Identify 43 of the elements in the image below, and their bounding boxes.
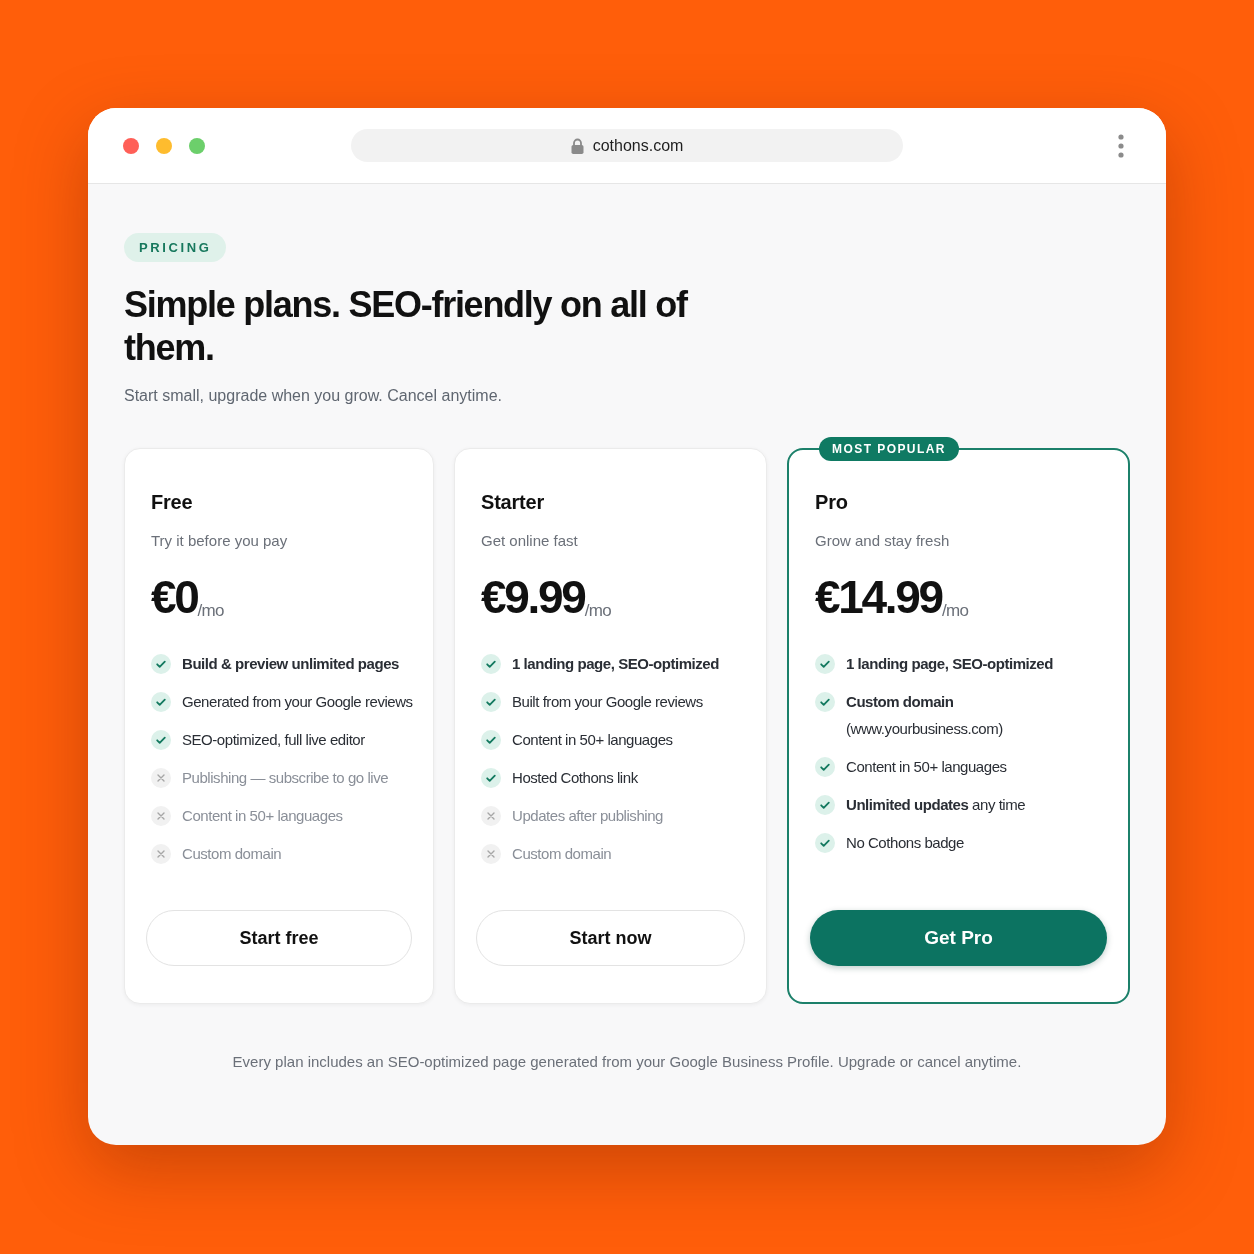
feature-text: Custom domain — [182, 844, 282, 864]
footnote: Every plan includes an SEO-optimized page generated from your Google Business Profile. Upgrade or cancel anytime. — [231, 1052, 1023, 1072]
feature-text: Publishing — subscribe to go live — [182, 768, 389, 788]
feature-text: Content in 50+ languages — [846, 757, 1007, 777]
lock-icon — [570, 137, 584, 154]
feature-text: Custom domain (www.yourbusiness.com) — [846, 692, 1004, 739]
section-label: PRICING — [124, 233, 227, 262]
feature-text: Unlimited updates any time — [846, 795, 1026, 815]
billing-period: /mo — [941, 601, 969, 622]
maximize-icon[interactable] — [189, 137, 205, 154]
feature-text: Generated from your Google reviews — [182, 692, 413, 712]
feature-text: Content in 50+ languages — [182, 806, 343, 826]
feature-text: Hosted Cothons link — [512, 768, 638, 788]
plan-button[interactable]: Get Pro — [810, 910, 1107, 966]
plan-button[interactable]: Start free — [146, 910, 412, 966]
plan-price: €0 — [151, 571, 198, 623]
feature-text: Updates after publishing — [512, 806, 663, 826]
plan-price: €14.99 — [815, 571, 942, 623]
feature-text: SEO-optimized, full live editor — [182, 730, 365, 750]
plan-name: Pro — [815, 490, 848, 515]
plan-button[interactable]: Start now — [476, 910, 745, 966]
billing-period: /mo — [584, 601, 611, 622]
address-bar[interactable]: cothons.com — [351, 129, 903, 162]
popular-badge: MOST POPULAR — [819, 437, 959, 461]
plan-tagline: Grow and stay fresh — [815, 531, 950, 551]
billing-period: /mo — [197, 601, 224, 622]
feature-text: 1 landing page, SEO-optimized — [846, 654, 1053, 674]
plan-tagline: Try it before you pay — [151, 531, 288, 551]
page-subtitle: Start small, upgrade when you grow. Cancel anytime. — [124, 386, 502, 406]
plan-price: €9.99 — [481, 571, 585, 623]
feature-text: Custom domain — [512, 844, 612, 864]
feature-text: Content in 50+ languages — [512, 730, 673, 750]
page-heading: Simple plans. SEO-friendly on all of them. — [124, 283, 689, 369]
close-icon[interactable] — [123, 137, 139, 154]
feature-text: 1 landing page, SEO-optimized — [512, 654, 719, 674]
feature-text: No Cothons badge — [846, 833, 964, 853]
plan-name: Free — [151, 490, 193, 515]
minimize-icon[interactable] — [156, 137, 172, 154]
feature-text: Built from your Google reviews — [512, 692, 703, 712]
plan-name: Starter — [481, 490, 545, 515]
plan-tagline: Get online fast — [481, 531, 578, 551]
feature-text: Build & preview unlimited pages — [182, 654, 399, 674]
more-options-icon[interactable] — [1118, 133, 1124, 158]
